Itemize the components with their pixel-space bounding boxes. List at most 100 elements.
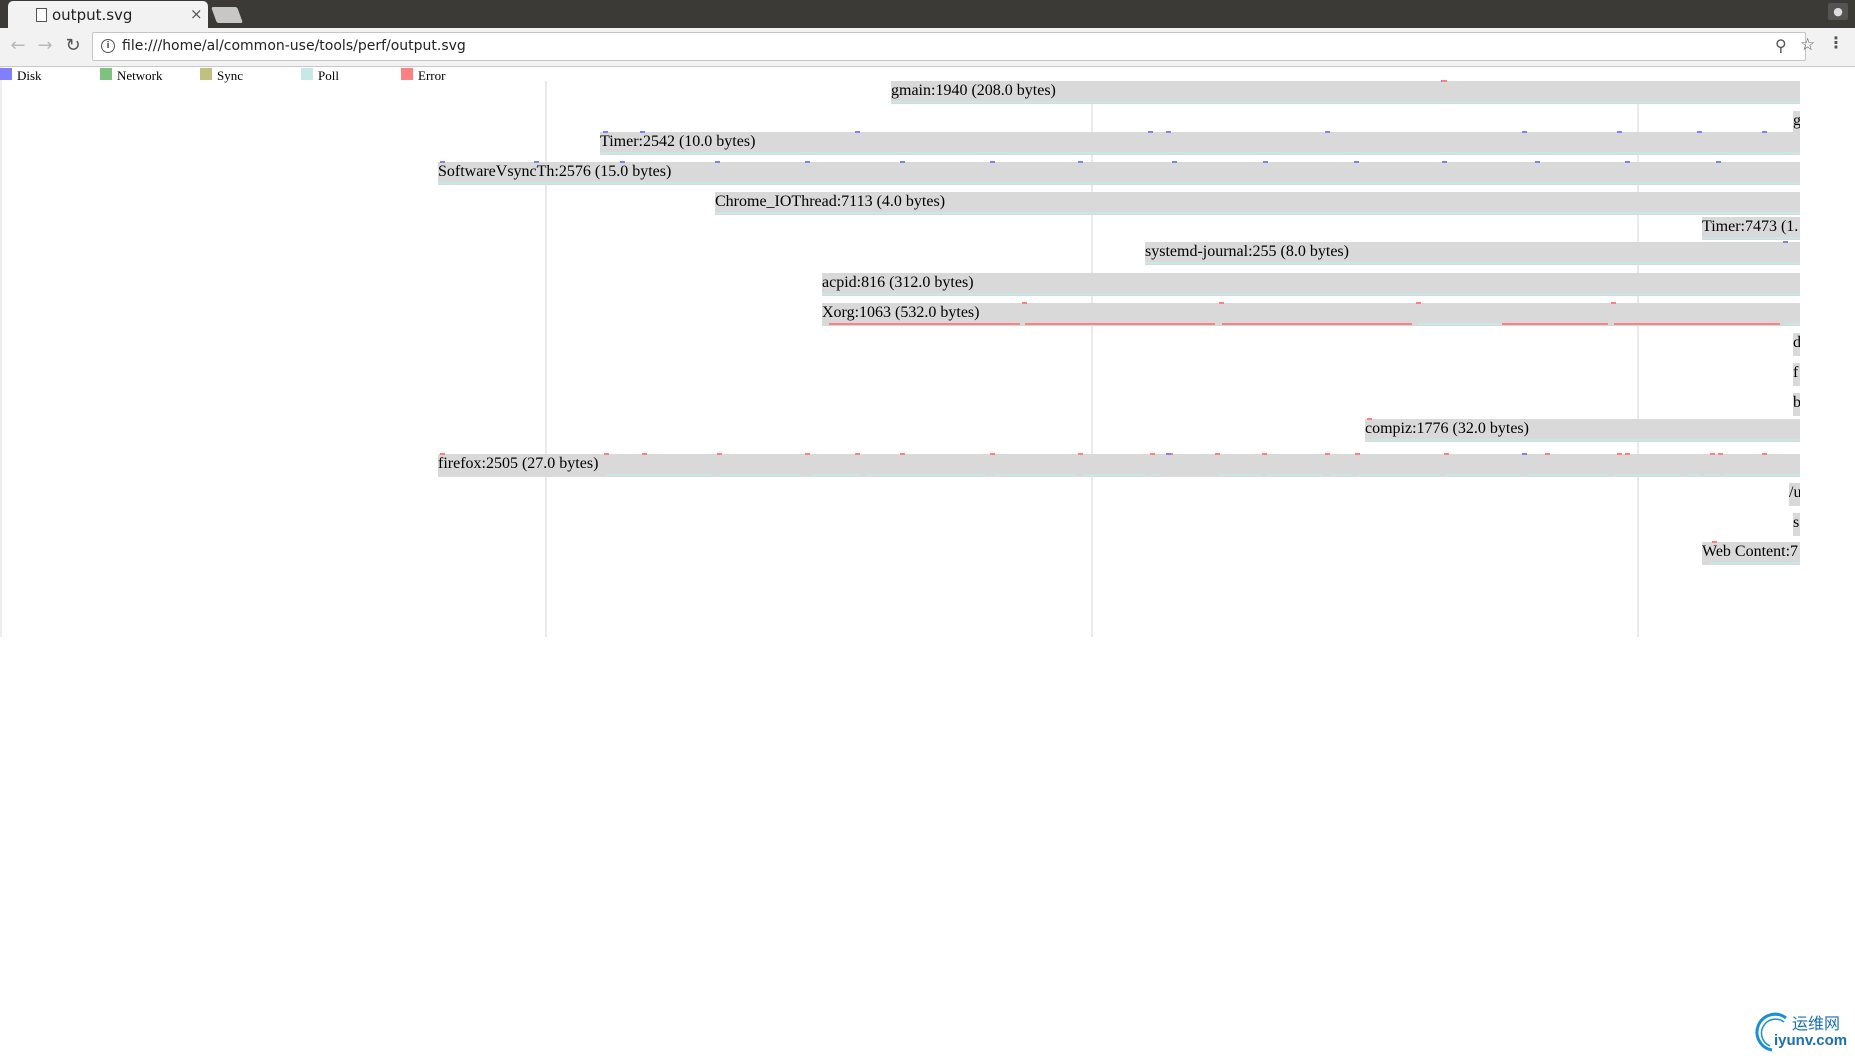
reload-icon[interactable]: ↻ [61, 32, 85, 60]
io-event-tick [1078, 161, 1083, 163]
watermark-text-cn: 运维网 [1792, 1014, 1841, 1033]
legend-label: Poll [318, 68, 339, 83]
io-event-tick [1783, 241, 1788, 243]
process-label: acpid:816 (312.0 bytes) [822, 274, 974, 291]
io-segment [1614, 474, 1680, 476]
process-label: gmain:1940 (208.0 bytes) [891, 82, 1056, 99]
io-segment [438, 182, 1800, 184]
new-tab-button[interactable] [211, 7, 243, 23]
legend-label: Network [117, 68, 163, 83]
io-event-tick [1611, 302, 1616, 304]
io-event-tick [900, 453, 905, 455]
process-label: f [1793, 364, 1799, 381]
legend-swatch [401, 68, 413, 80]
io-event-tick [855, 453, 860, 455]
io-event-tick [1617, 131, 1622, 133]
io-segment [1266, 474, 1322, 476]
io-event-tick [1442, 80, 1447, 82]
io-segment [1446, 474, 1520, 476]
legend-label: Error [418, 68, 446, 83]
process-label: compiz:1776 (32.0 bytes) [1365, 420, 1529, 437]
io-segment [829, 323, 1020, 325]
io-event-tick [1172, 161, 1177, 163]
process-label: g [1793, 112, 1801, 129]
io-segment [1688, 474, 1700, 476]
process-label: b [1793, 394, 1801, 411]
io-event-tick [1617, 453, 1622, 455]
io-event-tick [855, 131, 860, 133]
io-segment [1330, 474, 1352, 476]
close-icon[interactable]: × [190, 5, 203, 23]
process-label: d [1793, 334, 1801, 351]
legend-label: Disk [17, 68, 42, 83]
io-event-tick [990, 161, 995, 163]
io-event-tick [1625, 161, 1630, 163]
io-event-tick [715, 161, 720, 163]
io-segment [1528, 474, 1608, 476]
io-event-tick [1150, 453, 1155, 455]
io-event-tick [1219, 302, 1224, 304]
io-segment [1025, 323, 1215, 325]
page-viewport: gmain:1940 (208.0 bytes) g Timer:2542 (10.… [0, 67, 1855, 1056]
io-segment [1702, 237, 1800, 239]
io-segment [1083, 474, 1145, 476]
io-event-tick [1545, 453, 1550, 455]
menu-icon[interactable]: ⋮ [1828, 33, 1844, 52]
io-segment [1614, 323, 1780, 325]
address-bar[interactable]: i file:///home/al/common-use/tools/perf/… [92, 32, 1815, 61]
info-icon[interactable]: i [101, 39, 115, 53]
clip-mask [1800, 67, 1855, 647]
io-event-tick [1148, 131, 1153, 133]
io-event-tick [1762, 131, 1767, 133]
io-event-tick [1166, 131, 1171, 133]
legend: Disk Network Sync Poll Error [0, 67, 600, 83]
io-event-tick [990, 453, 995, 455]
watermark: 运维网 iyunv.com [1752, 1010, 1852, 1052]
zoom-icon[interactable]: ⚲ [1775, 36, 1787, 55]
io-event-tick [1535, 161, 1540, 163]
io-event-tick [1718, 453, 1723, 455]
io-segment [600, 152, 1800, 154]
io-event-tick [1262, 453, 1267, 455]
io-event-tick [1716, 161, 1721, 163]
io-segment [1704, 474, 1720, 476]
io-timeline-chart: gmain:1940 (208.0 bytes) g Timer:2542 (10.… [0, 67, 1855, 647]
process-label: Xorg:1063 (532.0 bytes) [822, 304, 979, 321]
io-segment [1418, 323, 1500, 325]
profile-icon[interactable]: ● [1828, 3, 1848, 20]
process-label: Timer:2542 (10.0 bytes) [600, 133, 755, 150]
io-event-tick [1444, 453, 1449, 455]
process-label: Timer:7473 (1. [1702, 218, 1798, 235]
forward-icon[interactable]: → [33, 32, 57, 60]
browser-toolbar: ← → ↻ i file:///home/al/common-use/tools… [0, 28, 1855, 67]
star-icon[interactable]: ☆ [1800, 35, 1815, 55]
io-segment [1145, 262, 1800, 264]
legend-swatch [100, 68, 112, 80]
io-segment [1785, 323, 1800, 325]
io-segment [720, 474, 800, 476]
watermark-text-en: iyunv.com [1774, 1032, 1848, 1049]
process-label: /u [1789, 484, 1801, 501]
io-segment [1222, 323, 1412, 325]
back-icon[interactable]: ← [6, 32, 30, 60]
io-segment [1218, 474, 1262, 476]
browser-tab[interactable]: output.svg × [8, 1, 208, 28]
io-event-tick [1522, 453, 1527, 455]
legend-swatch [0, 68, 12, 80]
io-event-tick [1625, 453, 1630, 455]
url-text[interactable]: file:///home/al/common-use/tools/perf/ou… [122, 38, 466, 54]
io-event-tick [1078, 453, 1083, 455]
io-segment [810, 474, 860, 476]
io-event-tick [1442, 161, 1447, 163]
io-event-tick [805, 453, 810, 455]
process-label: SoftwareVsyncTh:2576 (15.0 bytes) [438, 163, 671, 180]
io-segment [1724, 474, 1800, 476]
browser-titlebar: output.svg × ● [0, 0, 1855, 28]
process-label: systemd-journal:255 (8.0 bytes) [1145, 243, 1349, 260]
io-segment [1365, 439, 1800, 441]
io-segment [1358, 474, 1440, 476]
legend-label: Sync [217, 68, 243, 83]
io-segment [891, 101, 1800, 103]
io-segment [822, 293, 1800, 295]
process-label: firefox:2505 (27.0 bytes) [438, 455, 598, 472]
